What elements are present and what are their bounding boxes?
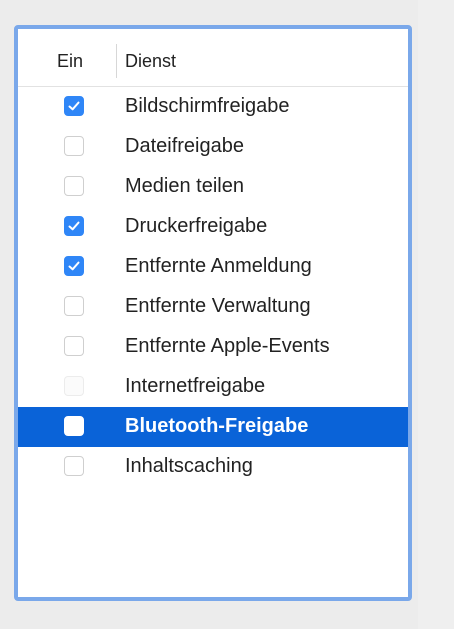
sharing-services-window: Ein Dienst Bildschirmfreigabe Dateifreig… [0,0,454,629]
service-label: Medien teilen [125,175,244,197]
service-label: Entfernte Verwaltung [125,295,311,317]
service-checkbox[interactable] [64,456,84,476]
table-row[interactable]: Inhaltscaching [18,447,408,487]
checkmark-icon [68,101,80,111]
table-body: Bildschirmfreigabe Dateifreigabe Medien … [18,87,408,487]
service-label: Entfernte Apple-Events [125,335,330,357]
service-label: Druckerfreigabe [125,215,268,237]
service-checkbox[interactable] [64,96,84,116]
service-checkbox[interactable] [64,336,84,356]
checkmark-icon [68,221,80,231]
table-row[interactable]: Medien teilen [18,167,408,207]
service-label: Inhaltscaching [125,455,253,477]
window-background-strip [418,0,454,629]
table-row[interactable]: Entfernte Apple-Events [18,327,408,367]
checkmark-icon [68,261,80,271]
service-checkbox[interactable] [64,416,84,436]
column-divider [116,44,117,78]
table-row[interactable]: Entfernte Anmeldung [18,247,408,287]
service-label: Internetfreigabe [125,375,266,397]
table-row[interactable]: Bluetooth-Freigabe [18,407,408,447]
table-row[interactable]: Druckerfreigabe [18,207,408,247]
table-row[interactable]: Dateifreigabe [18,127,408,167]
table-header: Ein Dienst [18,29,408,87]
service-label: Dateifreigabe [125,135,244,157]
service-label: Bildschirmfreigabe [125,95,290,117]
service-checkbox[interactable] [64,136,84,156]
column-header-dienst[interactable]: Dienst [125,51,176,72]
service-checkbox[interactable] [64,176,84,196]
service-label: Bluetooth-Freigabe [125,415,309,437]
service-label: Entfernte Anmeldung [125,255,312,277]
column-header-ein[interactable]: Ein [57,51,83,72]
service-checkbox[interactable] [64,216,84,236]
service-checkbox[interactable] [64,376,84,396]
service-checkbox[interactable] [64,256,84,276]
table-row[interactable]: Internetfreigabe [18,367,408,407]
services-list-table[interactable]: Ein Dienst Bildschirmfreigabe Dateifreig… [14,25,412,601]
table-row[interactable]: Bildschirmfreigabe [18,87,408,127]
table-row[interactable]: Entfernte Verwaltung [18,287,408,327]
service-checkbox[interactable] [64,296,84,316]
